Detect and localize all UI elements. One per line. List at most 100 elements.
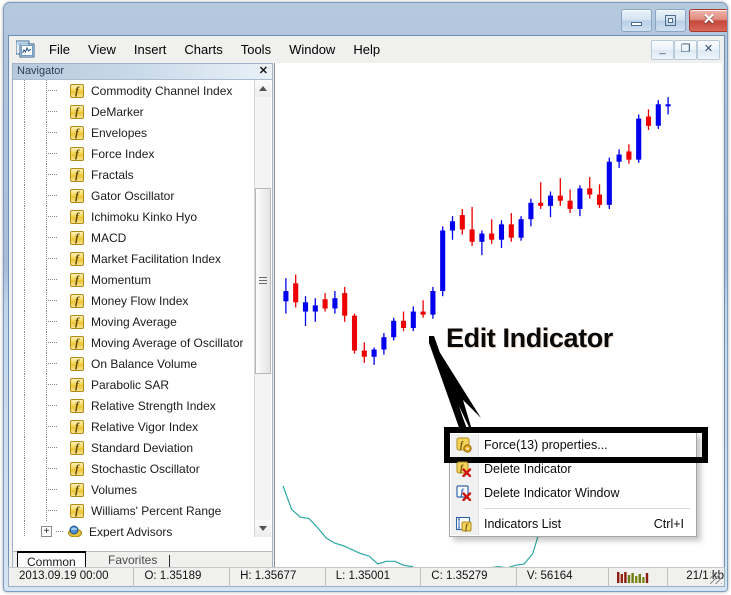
client-area: File View Insert Charts Tools Window Hel… [8, 35, 725, 587]
navigator-scrollbar[interactable] [254, 80, 271, 537]
tree-item-label: DeMarker [91, 104, 144, 119]
menu-item-indicators-list[interactable]: f Indicators List Ctrl+I [450, 512, 696, 536]
tree-item[interactable]: f Standard Deviation [14, 437, 243, 458]
close-button[interactable]: ✕ [689, 9, 727, 32]
candle-body [518, 219, 524, 238]
candle-body [636, 118, 642, 160]
tree-guide [14, 227, 36, 248]
navigator-close-icon[interactable]: ✕ [259, 64, 268, 79]
folder-expert-folder-icon [68, 525, 82, 537]
tree-item[interactable]: f Money Flow Index [14, 290, 243, 311]
tree-guide [14, 521, 36, 537]
tree-item[interactable]: f MACD [14, 227, 243, 248]
mdi-minimize-button[interactable]: _ [651, 40, 674, 60]
menu-file[interactable]: File [40, 39, 79, 60]
tree-item[interactable]: f Fractals [14, 164, 243, 185]
status-close: C: 1.35279 [421, 567, 517, 587]
menu-bar: File View Insert Charts Tools Window Hel… [9, 36, 724, 62]
indicator-icon: f [70, 83, 84, 98]
tree-item-label: Commodity Channel Index [91, 83, 233, 98]
status-connection[interactable] [609, 567, 669, 587]
menu-item-label: Force(13) properties... [484, 438, 608, 452]
tree-item[interactable]: f Envelopes [14, 122, 243, 143]
scroll-up-arrow-icon[interactable] [255, 80, 271, 97]
candle-body [430, 291, 436, 315]
indicator-icon: f [70, 272, 84, 287]
tree-guide [14, 332, 36, 353]
candle-body [479, 233, 485, 242]
tree-item[interactable]: f Ichimoku Kinko Hyo [14, 206, 243, 227]
tree-item[interactable]: f Williams' Percent Range [14, 500, 243, 521]
maximize-button[interactable] [655, 9, 686, 32]
indicator-context-menu[interactable]: f Force(13) properties... f Delete Indic… [444, 427, 708, 537]
candle-body [606, 161, 612, 205]
candle-body [528, 202, 534, 220]
menu-view[interactable]: View [79, 39, 125, 60]
navigator-caption: Navigator ✕ [13, 64, 272, 80]
indicator-icon: f [70, 377, 84, 392]
menu-tools[interactable]: Tools [232, 39, 280, 60]
tree-item-label: Moving Average [91, 314, 177, 329]
tree-item[interactable]: f On Balance Volume [14, 353, 243, 374]
tree-item[interactable]: f DeMarker [14, 101, 243, 122]
menu-help[interactable]: Help [344, 39, 389, 60]
menu-window[interactable]: Window [280, 39, 344, 60]
indicator-icon: f [70, 335, 84, 350]
indicator-icon: f [70, 461, 84, 476]
candle-body [361, 350, 367, 357]
minimize-button[interactable] [621, 9, 652, 32]
chart-scrollbar[interactable] [710, 63, 722, 571]
candle-body [302, 302, 309, 312]
indicator-icon: f [70, 440, 84, 455]
tree-item-label: Expert Advisors [89, 524, 173, 538]
candle-body [489, 233, 495, 240]
menu-charts[interactable]: Charts [175, 39, 231, 60]
scrollbar-thumb[interactable] [255, 188, 271, 374]
menu-item-delete-indicator[interactable]: f Delete Indicator [450, 457, 696, 481]
candle-body [587, 188, 593, 195]
mdi-restore-button[interactable]: ❐ [674, 40, 697, 60]
tree-item-label: Money Flow Index [91, 293, 189, 308]
indicator-icon: f [70, 356, 84, 371]
menu-items: File View Insert Charts Tools Window Hel… [40, 36, 389, 62]
candle-body [440, 230, 446, 292]
indicator-icon: f [70, 419, 84, 434]
edit-indicator-annotation: Edit Indicator [446, 323, 613, 353]
navigator-tree[interactable]: f Commodity Channel Index f DeMarker f Envelo… [14, 80, 243, 537]
tree-item[interactable]: f Moving Average [14, 311, 243, 332]
candle-body [626, 151, 632, 160]
tree-item[interactable]: f Moving Average of Oscillator [14, 332, 243, 353]
menu-item-force-properties[interactable]: f Force(13) properties... [444, 427, 708, 463]
tree-item[interactable]: f Stochastic Oscillator [14, 458, 243, 479]
tree-guide [14, 290, 36, 311]
tree-item[interactable]: f Relative Strength Index [14, 395, 243, 416]
scroll-down-arrow-icon[interactable] [255, 520, 271, 537]
tree-item[interactable]: f Relative Vigor Index [14, 416, 243, 437]
tree-item[interactable]: + Expert Advisors [14, 521, 243, 537]
tree-item[interactable]: f Market Facilitation Index [14, 248, 243, 269]
delete-indicator-window-icon: f [456, 485, 472, 501]
indicator-icon: f [70, 104, 84, 119]
tree-item[interactable]: f Commodity Channel Index [14, 80, 243, 101]
expand-toggle-icon[interactable]: + [41, 526, 52, 537]
tree-item[interactable]: f Momentum [14, 269, 243, 290]
maximize-icon [665, 15, 676, 26]
tree-item-label: Parabolic SAR [91, 377, 170, 392]
indicator-icon: f [70, 188, 84, 203]
menu-item-delete-indicator-window[interactable]: f Delete Indicator Window [450, 481, 696, 505]
scrollbar-grip-icon [259, 277, 267, 284]
tree-item[interactable]: f Force Index [14, 143, 243, 164]
menu-insert[interactable]: Insert [125, 39, 176, 60]
candle-body [498, 224, 505, 240]
tree-item[interactable]: f Gator Oscillator [14, 185, 243, 206]
resize-grip-icon[interactable] [710, 572, 722, 584]
tree-item-label: Force Index [91, 146, 155, 161]
tree-item-label: Standard Deviation [91, 440, 194, 455]
tree-guide [14, 269, 36, 290]
candle-body [508, 224, 514, 238]
mdi-close-button[interactable]: ✕ [697, 40, 720, 60]
tree-guide [14, 311, 36, 332]
tree-item[interactable]: f Parabolic SAR [14, 374, 243, 395]
tree-item[interactable]: f Volumes [14, 479, 243, 500]
indicator-icon: f [70, 398, 84, 413]
